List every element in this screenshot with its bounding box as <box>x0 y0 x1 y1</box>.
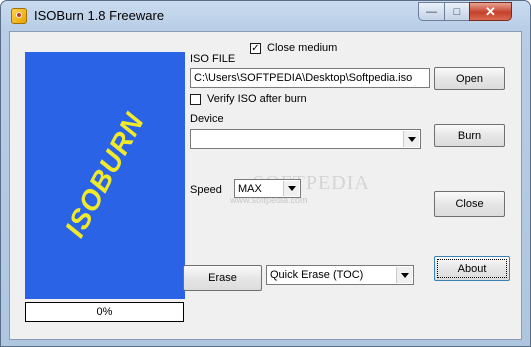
close-window-button[interactable]: ✕ <box>469 2 512 21</box>
progress-bar: 0% <box>25 302 184 322</box>
logo-panel: ISOBURN <box>25 52 185 299</box>
verify-iso-checkbox[interactable] <box>190 94 201 105</box>
burn-button[interactable]: Burn <box>434 124 505 147</box>
window-title: ISOBurn 1.8 Freeware <box>34 8 165 23</box>
iso-path-field[interactable]: C:\Users\SOFTPEDIA\Desktop\Softpedia.iso <box>190 68 430 88</box>
close-medium-label: Close medium <box>267 42 338 54</box>
chevron-down-icon[interactable] <box>403 131 419 147</box>
erase-mode-select[interactable]: Quick Erase (TOC) <box>266 265 414 285</box>
minimize-icon: — <box>426 5 437 18</box>
iso-file-label: ISO FILE <box>190 53 236 65</box>
app-disc-icon <box>11 8 27 24</box>
chevron-down-icon[interactable] <box>396 267 412 283</box>
minimize-button[interactable]: — <box>418 2 445 21</box>
speed-value: MAX <box>238 182 262 195</box>
logo-text: ISOBURN <box>58 107 151 243</box>
close-icon: ✕ <box>485 3 496 19</box>
chevron-down-icon[interactable] <box>283 181 299 196</box>
device-label: Device <box>190 113 224 125</box>
maximize-button[interactable]: □ <box>444 2 470 21</box>
erase-mode-value: Quick Erase (TOC) <box>270 269 364 281</box>
open-button[interactable]: Open <box>434 67 505 90</box>
title-bar[interactable]: ISOBurn 1.8 Freeware — □ ✕ <box>1 1 530 31</box>
close-button[interactable]: Close <box>434 191 505 217</box>
erase-button[interactable]: Erase <box>183 265 262 291</box>
maximize-icon: □ <box>453 5 461 18</box>
speed-label: Speed <box>190 184 222 196</box>
device-select[interactable] <box>190 129 421 149</box>
speed-select[interactable]: MAX <box>234 179 301 198</box>
close-medium-checkbox[interactable]: ✓ <box>250 43 261 54</box>
about-button[interactable]: About <box>434 256 510 281</box>
verify-iso-label: Verify ISO after burn <box>207 93 307 105</box>
progress-percent: 0% <box>96 306 113 318</box>
